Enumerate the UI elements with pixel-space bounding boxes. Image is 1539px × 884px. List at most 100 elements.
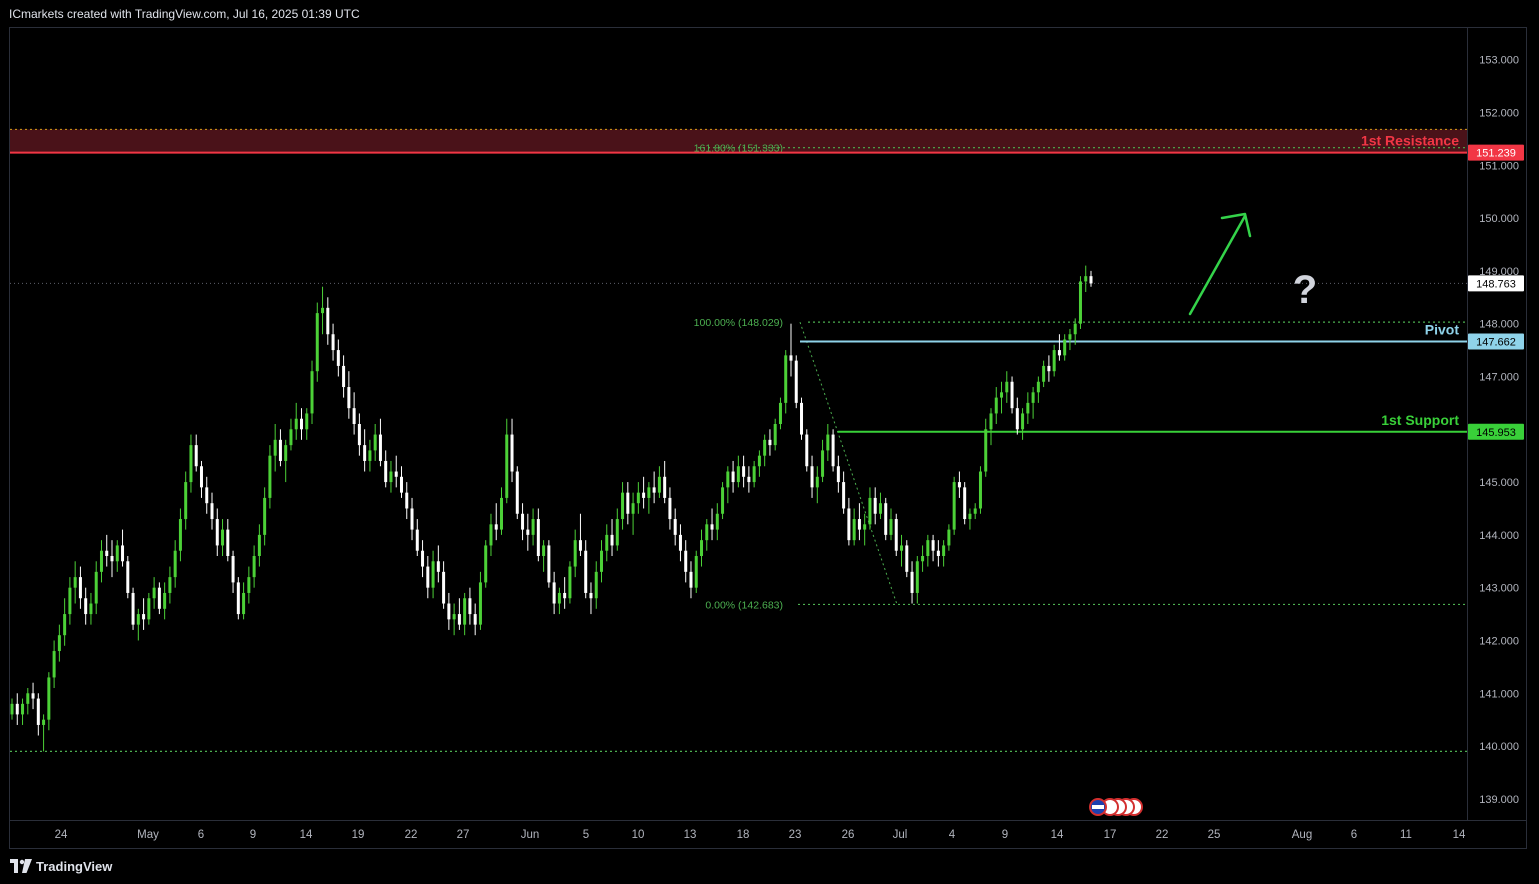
candle-body bbox=[278, 439, 282, 461]
candle-body bbox=[410, 508, 414, 530]
candle bbox=[852, 508, 856, 546]
candle bbox=[536, 508, 540, 562]
candle bbox=[1005, 371, 1009, 403]
candle bbox=[268, 445, 272, 509]
candle-body bbox=[89, 603, 93, 615]
tradingview-logo-icon bbox=[10, 859, 32, 873]
candle bbox=[31, 682, 35, 710]
candle-body bbox=[121, 545, 125, 562]
candle bbox=[447, 592, 451, 630]
candle bbox=[1052, 344, 1056, 377]
candle-body bbox=[984, 429, 988, 472]
current-price-tag-text: 148.763 bbox=[1476, 278, 1516, 290]
candle-body bbox=[757, 455, 761, 467]
candle bbox=[700, 529, 704, 567]
candle bbox=[294, 402, 298, 440]
candle-body bbox=[247, 577, 251, 593]
candle-body bbox=[399, 476, 403, 493]
candle bbox=[305, 408, 309, 440]
candle-body bbox=[521, 513, 525, 530]
candle-body bbox=[715, 513, 719, 530]
y-tick-label: 148.000 bbox=[1479, 319, 1519, 331]
candle bbox=[342, 355, 346, 398]
candle bbox=[578, 513, 582, 556]
candle-body bbox=[894, 519, 898, 551]
candle-body bbox=[499, 497, 503, 530]
candle-body bbox=[968, 513, 972, 520]
x-tick-label: 5 bbox=[583, 829, 589, 841]
candle bbox=[421, 540, 425, 578]
candle-body bbox=[1036, 381, 1040, 393]
candle bbox=[878, 492, 882, 520]
candle-body bbox=[605, 534, 609, 551]
candle bbox=[1047, 355, 1051, 382]
x-tick-label: 9 bbox=[250, 829, 256, 841]
candle-body bbox=[394, 471, 398, 477]
candle bbox=[489, 513, 493, 556]
candle bbox=[973, 503, 977, 520]
candle-body bbox=[1052, 350, 1056, 372]
candle bbox=[336, 339, 340, 377]
candle-body bbox=[910, 571, 914, 593]
candle-body bbox=[305, 413, 309, 430]
candle bbox=[157, 582, 161, 615]
candle bbox=[452, 603, 456, 636]
candle-body bbox=[15, 703, 19, 715]
candle bbox=[921, 545, 925, 572]
candle bbox=[994, 387, 998, 424]
us-flag-stripe bbox=[1092, 805, 1104, 809]
candle bbox=[900, 534, 904, 567]
candle bbox=[752, 460, 756, 488]
level-price-tag-text: 145.953 bbox=[1476, 427, 1516, 439]
candle bbox=[1026, 392, 1030, 424]
x-tick-label: 9 bbox=[1002, 829, 1008, 841]
level-label: Pivot bbox=[1425, 322, 1460, 338]
x-tick-label: 14 bbox=[1051, 829, 1064, 841]
candle-body bbox=[168, 577, 172, 593]
candle bbox=[789, 323, 793, 377]
x-tick-label: 19 bbox=[352, 829, 365, 841]
candle-body bbox=[884, 503, 888, 535]
candle-body bbox=[921, 556, 925, 562]
candle bbox=[721, 482, 725, 520]
candle-body bbox=[473, 614, 477, 625]
candle bbox=[173, 540, 177, 588]
candle bbox=[836, 455, 840, 493]
x-tick-label: Jun bbox=[521, 829, 540, 841]
bullish-arrow bbox=[1188, 212, 1252, 316]
y-tick-label: 139.000 bbox=[1479, 794, 1519, 806]
candle bbox=[847, 497, 851, 546]
candle-body bbox=[773, 424, 777, 446]
candle-body bbox=[631, 503, 635, 514]
candle-body bbox=[231, 556, 235, 583]
candle bbox=[815, 466, 819, 504]
candle-body bbox=[700, 540, 704, 556]
candle bbox=[57, 624, 61, 662]
x-tick-label: 23 bbox=[789, 829, 802, 841]
candle bbox=[142, 598, 146, 630]
candle-body bbox=[1089, 276, 1093, 284]
candle bbox=[431, 550, 435, 599]
x-tick-label: 14 bbox=[300, 829, 313, 841]
candle bbox=[368, 439, 372, 472]
candle bbox=[257, 524, 261, 567]
candle bbox=[410, 497, 414, 541]
price-chart[interactable]: 161.80% (151.333)100.00% (148.029)0.00% … bbox=[0, 0, 1539, 884]
candle bbox=[284, 439, 288, 483]
candle bbox=[689, 561, 693, 599]
candle-body bbox=[415, 529, 419, 551]
candle-body bbox=[526, 529, 530, 535]
candle bbox=[610, 519, 614, 556]
candle bbox=[1063, 334, 1067, 361]
candle-body bbox=[931, 540, 935, 551]
candle bbox=[163, 582, 167, 620]
candle-body bbox=[626, 492, 630, 514]
candle bbox=[694, 550, 698, 593]
candle-body bbox=[389, 471, 393, 483]
candle-body bbox=[152, 587, 156, 599]
candle bbox=[657, 466, 661, 498]
candle bbox=[499, 487, 503, 535]
level-label: 1st Resistance bbox=[1361, 133, 1459, 149]
candle bbox=[273, 424, 277, 472]
candle-body bbox=[173, 550, 177, 578]
